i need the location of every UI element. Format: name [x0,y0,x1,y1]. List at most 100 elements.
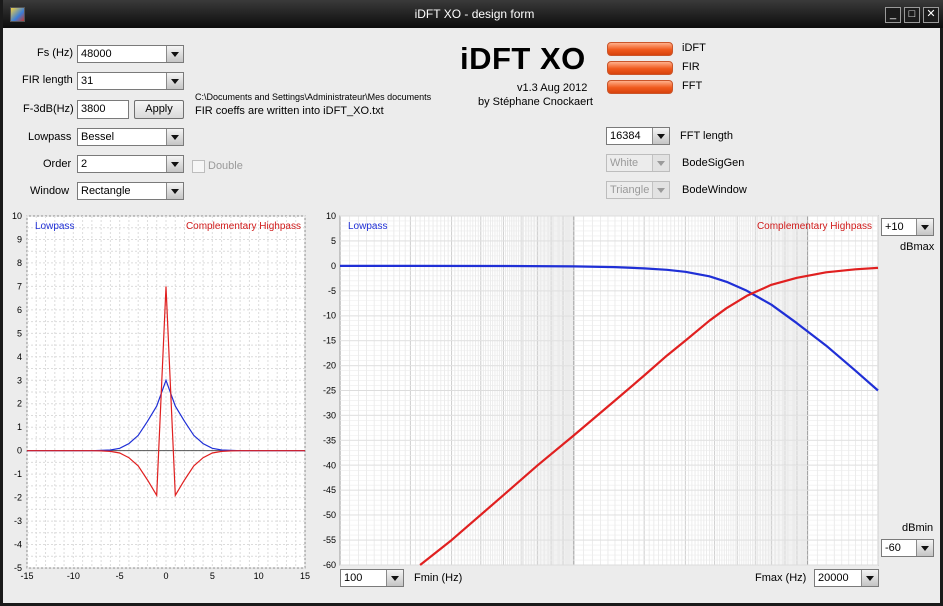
bode-y-tick: -25 [323,386,336,396]
version-text: v1.3 Aug 2012 [517,82,588,94]
bode-y-tick: -40 [323,460,336,470]
window-title: iDFT XO - design form [414,7,535,21]
f3db-input[interactable]: 3800 [77,100,129,119]
bode-y-tick: 0 [331,261,336,271]
fs-label: Fs (Hz) [37,47,74,59]
impulse-y-tick: 2 [17,399,22,409]
impulse-y-tick: 1 [17,422,22,432]
title-bar: iDFT XO - design form _ □ ✕ [3,0,943,28]
bode-highpass-label: Complementary Highpass [757,221,872,232]
impulse-y-tick: 5 [17,328,22,338]
fmin-label: Fmin (Hz) [414,572,463,584]
fmax-value: 20000 [818,572,849,584]
impulse-x-tick: 10 [254,571,264,581]
impulse-y-tick: -3 [14,516,22,526]
bode-siggen-label: BodeSigGen [682,157,745,169]
impulse-y-tick: 10 [12,212,22,221]
bode-window-label: BodeWindow [682,184,747,196]
minimize-button[interactable]: _ [885,7,901,23]
main-window: iDFT XO - design form _ □ ✕ Fs (Hz) 4800… [0,0,943,606]
chevron-down-icon[interactable] [861,570,878,586]
fs-select[interactable]: 48000 [77,45,184,63]
chevron-down-icon[interactable] [386,570,403,586]
bode-y-tick: -15 [323,336,336,346]
legend-idft: iDFT [682,42,706,54]
bode-y-tick: -55 [323,535,336,545]
fmin-select[interactable]: 100 [340,569,404,587]
impulse-response-chart: -5-4-3-2-1012345678910-15 -10 -5 0 5 10 15 Low… [12,212,310,581]
chevron-down-icon[interactable] [166,46,183,62]
f3db-value: 3800 [81,103,106,115]
legend-fir: FIR [682,61,700,73]
fir-length-select[interactable]: 31 [77,72,184,90]
bode-y-tick: 5 [331,236,336,246]
fir-length-value: 31 [81,75,94,87]
chevron-down-icon[interactable] [166,73,183,89]
double-label: Double [208,160,243,172]
impulse-lowpass-label: Lowpass [35,221,74,232]
dbmin-label: dBmin [902,522,934,534]
chevron-down-icon[interactable] [166,129,183,145]
bode-siggen-value: White [610,157,639,169]
impulse-y-tick: 4 [17,352,22,362]
double-checkbox[interactable] [192,160,205,173]
chevron-down-icon[interactable] [166,156,183,172]
author-text: by Stéphane Cnockaert [478,96,593,108]
fmax-select[interactable]: 20000 [814,569,879,587]
bode-y-tick: -45 [323,485,336,495]
coeffs-note: FIR coeffs are written into iDFT_XO.txt [195,105,384,117]
chevron-down-icon[interactable] [652,128,669,144]
bode-chart: -60-55-50-45-40-35-30-25-20-15-10-50510 … [323,212,879,568]
bode-y-tick: -60 [323,560,336,568]
fir-length-label: FIR length [22,74,73,86]
fft-length-value: 16384 [610,130,641,142]
chevron-down-icon[interactable] [652,182,669,198]
bode-y-tick: -10 [323,311,336,321]
bode-y-tick: -5 [328,286,336,296]
lowpass-value: Bessel [81,131,115,143]
bode-siggen-select[interactable]: White [606,154,670,172]
lowpass-select[interactable]: Bessel [77,128,184,146]
close-button[interactable]: ✕ [923,7,939,23]
impulse-x-tick: 15 [300,571,310,581]
impulse-x-tick: 5 [210,571,215,581]
impulse-y-tick: 0 [17,446,22,456]
bode-y-tick: 10 [326,212,336,221]
impulse-y-tick: -2 [14,493,22,503]
window-value: Rectangle [81,185,131,197]
bode-y-tick: -50 [323,510,336,520]
window-select[interactable]: Rectangle [77,182,184,200]
impulse-x-tick: -5 [116,571,124,581]
fft-length-label: FFT length [680,130,733,142]
bode-window-value: Triangle [610,184,650,196]
bode-window-select[interactable]: Triangle [606,181,670,199]
app-name: iDFT XO [460,41,586,76]
maximize-button[interactable]: □ [904,7,920,23]
fft-length-select[interactable]: 16384 [606,127,670,145]
impulse-y-tick: 8 [17,258,22,268]
chevron-down-icon[interactable] [916,219,933,235]
chevron-down-icon[interactable] [916,540,933,556]
fir-swatch [607,61,673,75]
fft-swatch [607,80,673,94]
lowpass-label: Lowpass [28,131,72,143]
order-select[interactable]: 2 [77,155,184,173]
dbmin-select[interactable]: -60 [881,539,934,557]
impulse-y-tick: 7 [17,281,22,291]
window-label: Window [30,185,70,197]
impulse-y-tick: 9 [17,234,22,244]
dbmax-select[interactable]: +10 [881,218,934,236]
impulse-y-tick: -4 [14,540,22,550]
bode-ticks: -60-55-50-45-40-35-30-25-20-15-10-50510 [323,212,336,568]
chevron-down-icon[interactable] [652,155,669,171]
apply-button[interactable]: Apply [134,100,184,119]
dbmin-value: -60 [885,542,901,554]
fs-value: 48000 [81,48,112,60]
chevron-down-icon[interactable] [166,183,183,199]
documents-path: C:\Documents and Settings\Administrateur… [195,92,432,102]
legend-fft: FFT [682,80,703,92]
impulse-y-tick: 6 [17,305,22,315]
idft-swatch [607,42,673,56]
bode-y-tick: -35 [323,435,336,445]
order-value: 2 [81,158,88,170]
